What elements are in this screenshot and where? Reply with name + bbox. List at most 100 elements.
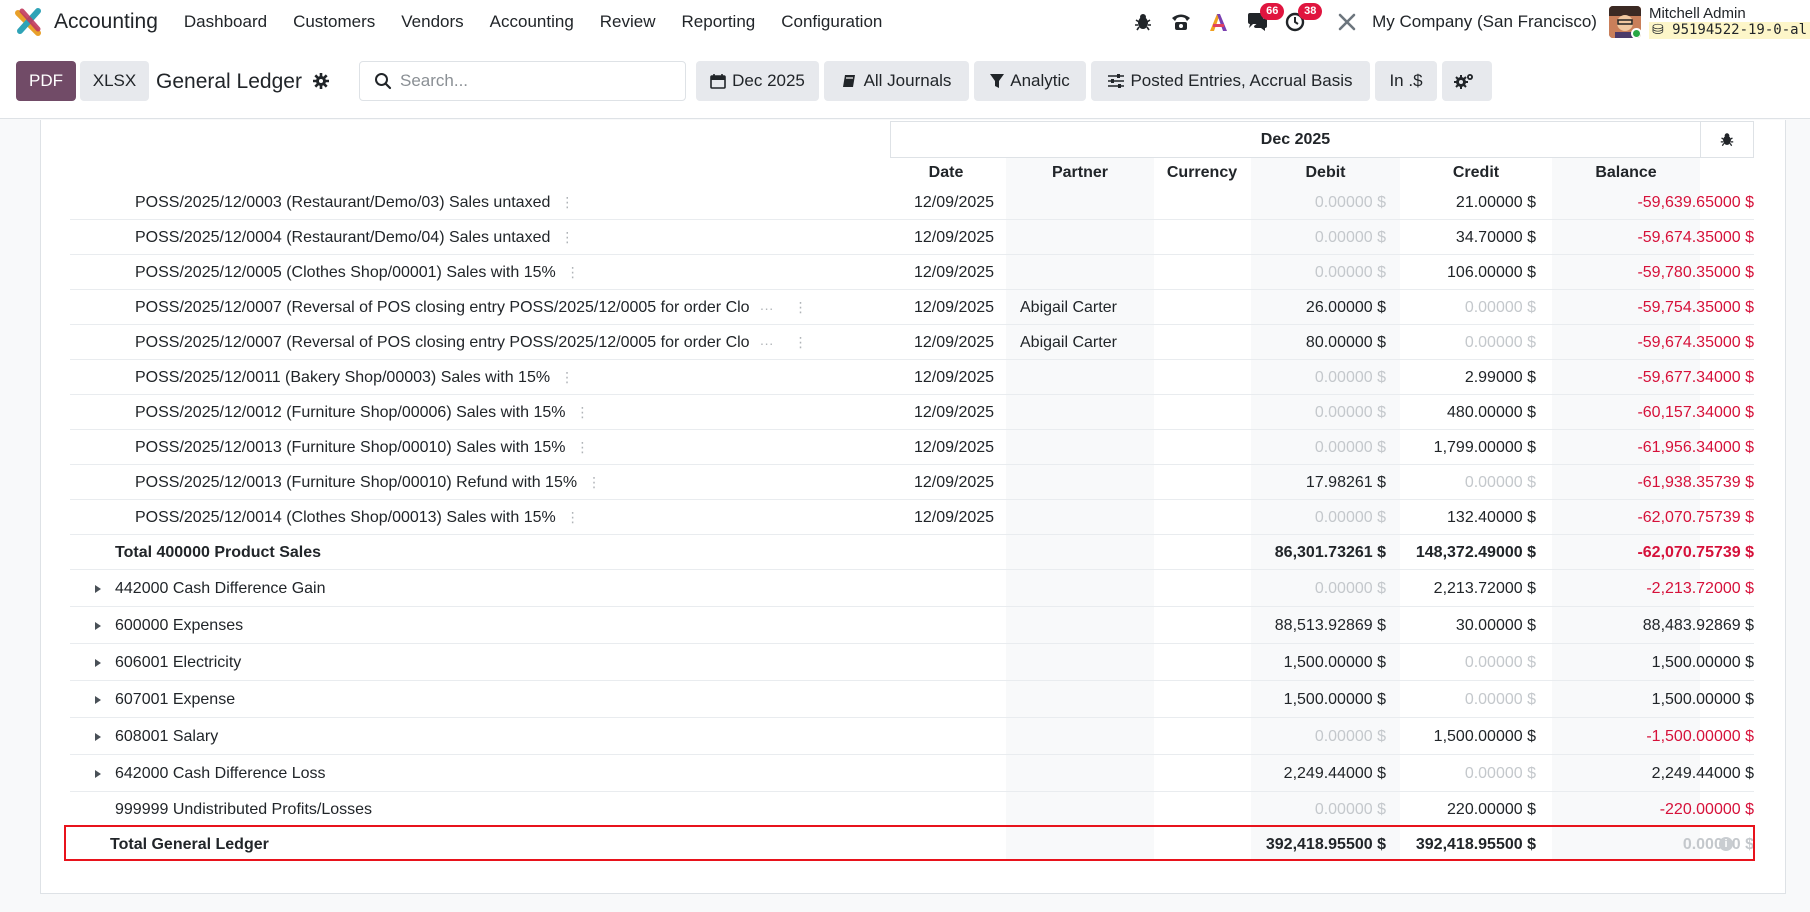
line-actions-icon[interactable]: ⋮ xyxy=(566,509,580,526)
account-balance: 2,249.44000 $ xyxy=(1651,764,1754,782)
account-row[interactable]: 608001 Salary 0.00000 $ 1,500.00000 $ -1… xyxy=(70,718,1754,755)
report-settings-gear-icon[interactable] xyxy=(313,73,329,94)
analytic-filter-label: Analytic xyxy=(1010,71,1070,90)
line-label[interactable]: POSS/2025/12/0014 (Clothes Shop/00013) S… xyxy=(135,500,580,535)
line-label[interactable]: POSS/2025/12/0013 (Furniture Shop/00010)… xyxy=(135,465,601,500)
account-row[interactable]: 999999 Undistributed Profits/Losses 0.00… xyxy=(70,792,1754,827)
line-date: 12/09/2025 xyxy=(913,403,995,421)
filter-funnel-icon xyxy=(990,74,1005,88)
currency-filter-button[interactable]: In .$ xyxy=(1375,61,1437,101)
line-label[interactable]: POSS/2025/12/0013 (Furniture Shop/00010)… xyxy=(135,430,590,465)
search-input[interactable] xyxy=(400,71,670,91)
account-label[interactable]: 999999 Undistributed Profits/Losses xyxy=(115,792,372,827)
top-navbar: Accounting Dashboard Customers Vendors A… xyxy=(0,0,1810,44)
debug-column-bug-icon[interactable] xyxy=(1700,121,1754,158)
col-debit[interactable]: Debit xyxy=(1251,164,1400,182)
ledger-line-row[interactable]: POSS/2025/12/0004 (Restaurant/Demo/04) S… xyxy=(70,220,1754,255)
account-row[interactable]: 600000 Expenses 88,513.92869 $ 30.00000 … xyxy=(70,607,1754,644)
account-balance: -220.00000 $ xyxy=(1659,800,1754,818)
entries-filter-button[interactable]: Posted Entries, Accrual Basis xyxy=(1091,61,1370,101)
line-date: 12/09/2025 xyxy=(913,263,995,281)
line-actions-icon[interactable]: ⋮ xyxy=(794,299,808,316)
account-label[interactable]: 607001 Expense xyxy=(115,681,235,718)
col-currency[interactable]: Currency xyxy=(1155,164,1249,182)
account-row[interactable]: 606001 Electricity 1,500.00000 $ 0.00000… xyxy=(70,644,1754,681)
col-credit[interactable]: Credit xyxy=(1400,164,1552,182)
menu-accounting[interactable]: Accounting xyxy=(490,12,574,32)
info-icon[interactable]: i xyxy=(1719,837,1733,851)
ledger-line-row[interactable]: POSS/2025/12/0013 (Furniture Shop/00010)… xyxy=(70,430,1754,465)
menu-vendors[interactable]: Vendors xyxy=(401,12,463,32)
ledger-line-row[interactable]: POSS/2025/12/0014 (Clothes Shop/00013) S… xyxy=(70,500,1754,535)
search-box[interactable] xyxy=(359,61,686,101)
ledger-line-row[interactable]: POSS/2025/12/0007 (Reversal of POS closi… xyxy=(70,325,1754,360)
debug-bug-icon[interactable] xyxy=(1130,9,1156,35)
line-label[interactable]: POSS/2025/12/0007 (Reversal of POS closi… xyxy=(135,325,808,360)
line-label[interactable]: POSS/2025/12/0004 (Restaurant/Demo/04) S… xyxy=(135,220,574,255)
line-actions-icon[interactable]: ⋮ xyxy=(576,439,590,456)
tools-icon[interactable] xyxy=(1334,9,1360,35)
line-actions-icon[interactable]: ⋮ xyxy=(794,334,808,351)
col-balance[interactable]: Balance xyxy=(1552,164,1700,182)
menu-configuration[interactable]: Configuration xyxy=(781,12,882,32)
line-actions-icon[interactable]: ⋮ xyxy=(560,229,574,246)
pdf-button[interactable]: PDF xyxy=(16,61,76,101)
account-subtotal-row: Total 400000 Product Sales 86,301.73261 … xyxy=(70,535,1754,570)
expand-caret-icon[interactable] xyxy=(94,570,102,607)
ellipsis-icon[interactable]: ··· xyxy=(760,300,774,316)
journals-filter-button[interactable]: All Journals xyxy=(824,61,969,101)
ledger-line-row[interactable]: POSS/2025/12/0003 (Restaurant/Demo/03) S… xyxy=(70,185,1754,220)
user-menu[interactable]: Mitchell Admin ⛁ 95194522-19-0-al xyxy=(1648,5,1810,39)
account-label[interactable]: 608001 Salary xyxy=(115,718,218,755)
line-date: 12/09/2025 xyxy=(913,193,995,211)
expand-caret-icon[interactable] xyxy=(94,681,102,718)
sliders-icon xyxy=(1108,74,1125,88)
line-actions-icon[interactable]: ⋮ xyxy=(576,404,590,421)
accounting-app-icon[interactable] xyxy=(14,7,44,37)
ledger-line-row[interactable]: POSS/2025/12/0005 (Clothes Shop/00001) S… xyxy=(70,255,1754,290)
ledger-line-row[interactable]: POSS/2025/12/0012 (Furniture Shop/00006)… xyxy=(70,395,1754,430)
date-filter-label: Dec 2025 xyxy=(732,71,805,90)
expand-caret-icon[interactable] xyxy=(94,755,102,792)
menu-reporting[interactable]: Reporting xyxy=(682,12,756,32)
line-label[interactable]: POSS/2025/12/0011 (Bakery Shop/00003) Sa… xyxy=(135,360,574,395)
app-name[interactable]: Accounting xyxy=(54,10,158,34)
expand-caret-icon[interactable] xyxy=(94,644,102,681)
expand-caret-icon[interactable] xyxy=(94,607,102,644)
ellipsis-icon[interactable]: ··· xyxy=(760,335,774,351)
ledger-line-row[interactable]: POSS/2025/12/0007 (Reversal of POS closi… xyxy=(70,290,1754,325)
line-actions-icon[interactable]: ⋮ xyxy=(587,474,601,491)
menu-dashboard[interactable]: Dashboard xyxy=(184,12,267,32)
account-label[interactable]: 642000 Cash Difference Loss xyxy=(115,755,326,792)
account-label[interactable]: 442000 Cash Difference Gain xyxy=(115,570,326,607)
line-label[interactable]: POSS/2025/12/0003 (Restaurant/Demo/03) S… xyxy=(135,185,574,220)
phone-icon[interactable] xyxy=(1168,9,1194,35)
line-label[interactable]: POSS/2025/12/0005 (Clothes Shop/00001) S… xyxy=(135,255,580,290)
company-switcher[interactable]: My Company (San Francisco) xyxy=(1372,12,1597,32)
messages-icon[interactable]: 66 xyxy=(1244,3,1285,35)
date-filter-button[interactable]: Dec 2025 xyxy=(696,61,819,101)
account-row[interactable]: 642000 Cash Difference Loss 2,249.44000 … xyxy=(70,755,1754,792)
line-actions-icon[interactable]: ⋮ xyxy=(566,264,580,281)
col-date[interactable]: Date xyxy=(906,164,986,182)
account-row[interactable]: 442000 Cash Difference Gain 0.00000 $ 2,… xyxy=(70,570,1754,607)
menu-review[interactable]: Review xyxy=(600,12,656,32)
line-actions-icon[interactable]: ⋮ xyxy=(560,194,574,211)
ai-assistant-icon[interactable] xyxy=(1206,9,1232,35)
col-partner[interactable]: Partner xyxy=(1010,164,1150,182)
menu-customers[interactable]: Customers xyxy=(293,12,375,32)
line-label[interactable]: POSS/2025/12/0007 (Reversal of POS closi… xyxy=(135,290,808,325)
account-label[interactable]: 600000 Expenses xyxy=(115,607,243,644)
line-label[interactable]: POSS/2025/12/0012 (Furniture Shop/00006)… xyxy=(135,395,590,430)
options-gears-button[interactable] xyxy=(1442,61,1492,101)
account-row[interactable]: 607001 Expense 1,500.00000 $ 0.00000 $ 1… xyxy=(70,681,1754,718)
xlsx-button[interactable]: XLSX xyxy=(80,61,149,101)
line-actions-icon[interactable]: ⋮ xyxy=(560,369,574,386)
account-label[interactable]: 606001 Electricity xyxy=(115,644,241,681)
activities-clock-icon[interactable]: 38 xyxy=(1282,3,1323,35)
ledger-line-row[interactable]: POSS/2025/12/0013 (Furniture Shop/00010)… xyxy=(70,465,1754,500)
expand-caret-icon[interactable] xyxy=(94,718,102,755)
ledger-line-row[interactable]: POSS/2025/12/0011 (Bakery Shop/00003) Sa… xyxy=(70,360,1754,395)
user-avatar[interactable] xyxy=(1608,6,1641,38)
analytic-filter-button[interactable]: Analytic xyxy=(974,61,1086,101)
